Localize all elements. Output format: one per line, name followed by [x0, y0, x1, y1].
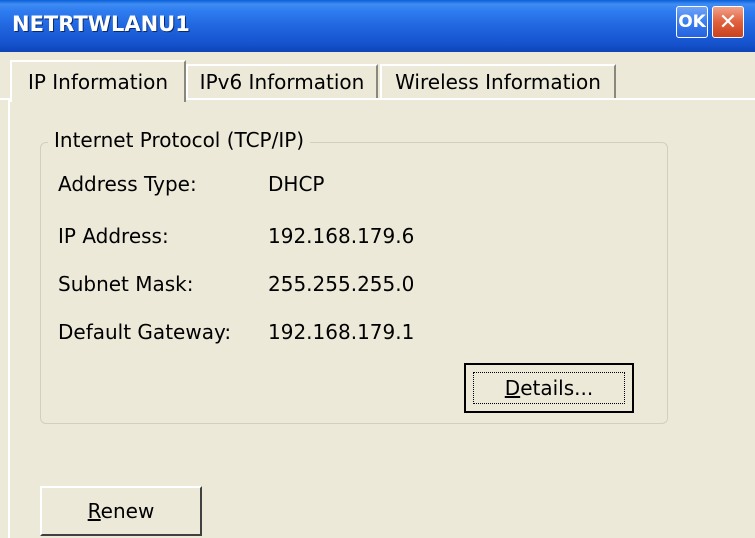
- renew-mnemonic: R: [87, 499, 101, 523]
- ip-address-label: IP Address:: [58, 224, 169, 248]
- default-gateway-label: Default Gateway:: [58, 320, 232, 344]
- renew-label-rest: enew: [100, 499, 155, 523]
- renew-button-label: Renew: [88, 499, 155, 523]
- renew-button[interactable]: Renew: [40, 486, 202, 536]
- title-bar: NETRTWLANU1 OK ✕: [0, 0, 755, 52]
- tab-ipv6-information[interactable]: IPv6 Information: [186, 64, 378, 98]
- default-gateway-value: 192.168.179.1: [268, 320, 415, 344]
- subnet-mask-label: Subnet Mask:: [58, 272, 194, 296]
- panel-edge: [8, 98, 10, 538]
- close-icon[interactable]: ✕: [712, 6, 744, 38]
- tab-strip: IP Information IPv6 Information Wireless…: [0, 52, 755, 102]
- focus-ring: [473, 372, 625, 404]
- subnet-mask-value: 255.255.255.0: [268, 272, 415, 296]
- ip-address-value: 192.168.179.6: [268, 224, 415, 248]
- network-adapter-window: NETRTWLANU1 OK ✕ IP Information IPv6 Inf…: [0, 0, 755, 538]
- tab-ip-information[interactable]: IP Information: [10, 60, 186, 102]
- address-type-value: DHCP: [268, 172, 325, 196]
- details-button[interactable]: Details...: [464, 363, 634, 413]
- address-type-label: Address Type:: [58, 172, 197, 196]
- ok-button[interactable]: OK: [676, 6, 708, 38]
- groupbox-title: Internet Protocol (TCP/IP): [48, 128, 311, 152]
- window-title: NETRTWLANU1: [12, 12, 190, 36]
- tab-baseline: [186, 98, 755, 100]
- tab-wireless-information[interactable]: Wireless Information: [380, 64, 616, 98]
